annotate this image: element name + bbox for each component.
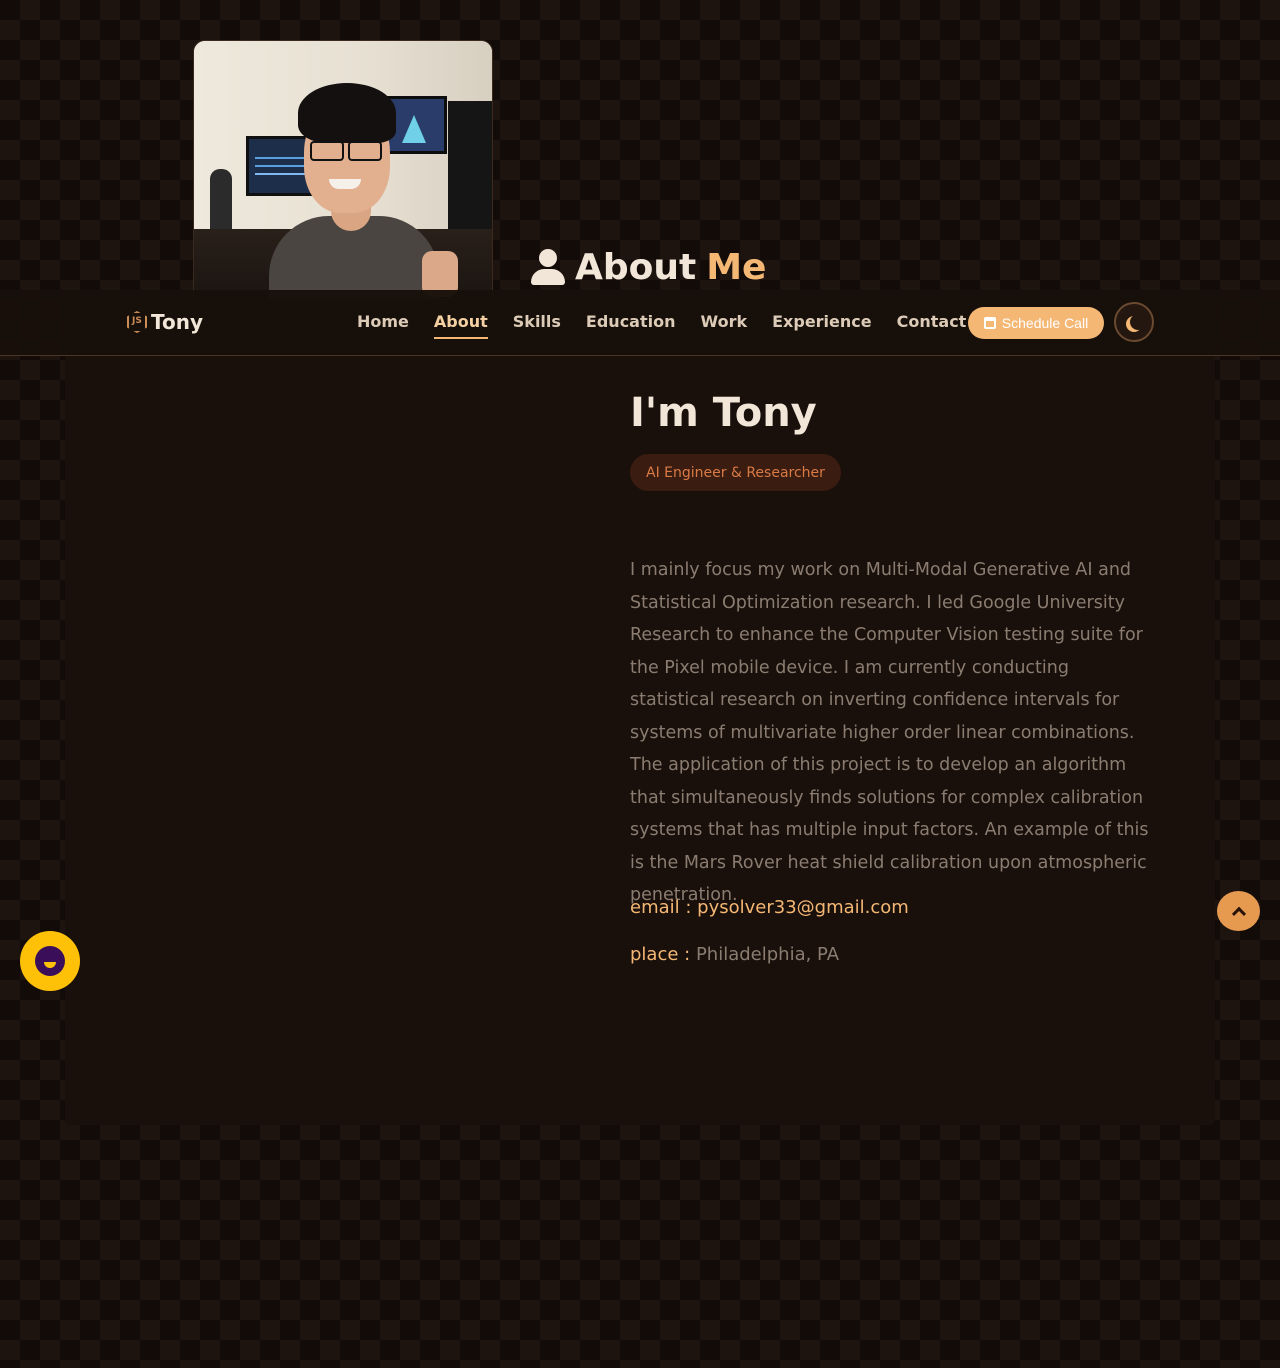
user-icon	[531, 249, 565, 285]
schedule-call-label: Schedule Call	[1001, 315, 1089, 331]
role-badge: AI Engineer & Researcher	[630, 454, 841, 491]
chevron-up-icon	[1231, 906, 1246, 921]
section-title-accent: Me	[706, 246, 767, 288]
section-heading: About Me	[531, 245, 766, 289]
email-label: email :	[630, 897, 692, 918]
email-link[interactable]: pysolver33@gmail.com	[697, 897, 909, 918]
brand-link[interactable]: JS Tony	[127, 310, 203, 334]
nav-links: Home About Skills Education Work Experie…	[357, 312, 966, 339]
nav-link-education[interactable]: Education	[586, 312, 676, 339]
intro-heading: I'm Tony	[630, 390, 817, 436]
theme-toggle-button[interactable]	[1114, 302, 1154, 342]
calendar-icon	[983, 317, 996, 329]
nav-link-experience[interactable]: Experience	[772, 312, 872, 339]
nav-link-home[interactable]: Home	[357, 312, 409, 339]
scroll-top-button[interactable]	[1217, 891, 1260, 931]
schedule-call-button[interactable]: Schedule Call	[968, 307, 1104, 339]
place-row: place : Philadelphia, PA	[630, 944, 839, 965]
moon-icon	[1130, 314, 1146, 330]
chat-button[interactable]	[20, 931, 80, 991]
bio-text: I mainly focus my work on Multi-Modal Ge…	[630, 560, 1149, 905]
section-title: About	[575, 246, 697, 288]
nav-link-work[interactable]: Work	[701, 312, 748, 339]
nav-link-about[interactable]: About	[433, 312, 488, 339]
email-row: email : pysolver33@gmail.com	[630, 897, 909, 918]
chat-icon	[35, 946, 65, 976]
js-logo-icon: JS	[127, 311, 147, 333]
profile-photo	[193, 40, 493, 300]
brand-name: Tony	[151, 310, 204, 334]
navbar: JS Tony Home About Skills Education Work…	[0, 290, 1280, 356]
place-label: place :	[630, 944, 691, 965]
place-value: Philadelphia, PA	[695, 944, 840, 965]
nav-link-skills[interactable]: Skills	[513, 312, 561, 339]
nav-link-contact[interactable]: Contact	[897, 312, 967, 339]
